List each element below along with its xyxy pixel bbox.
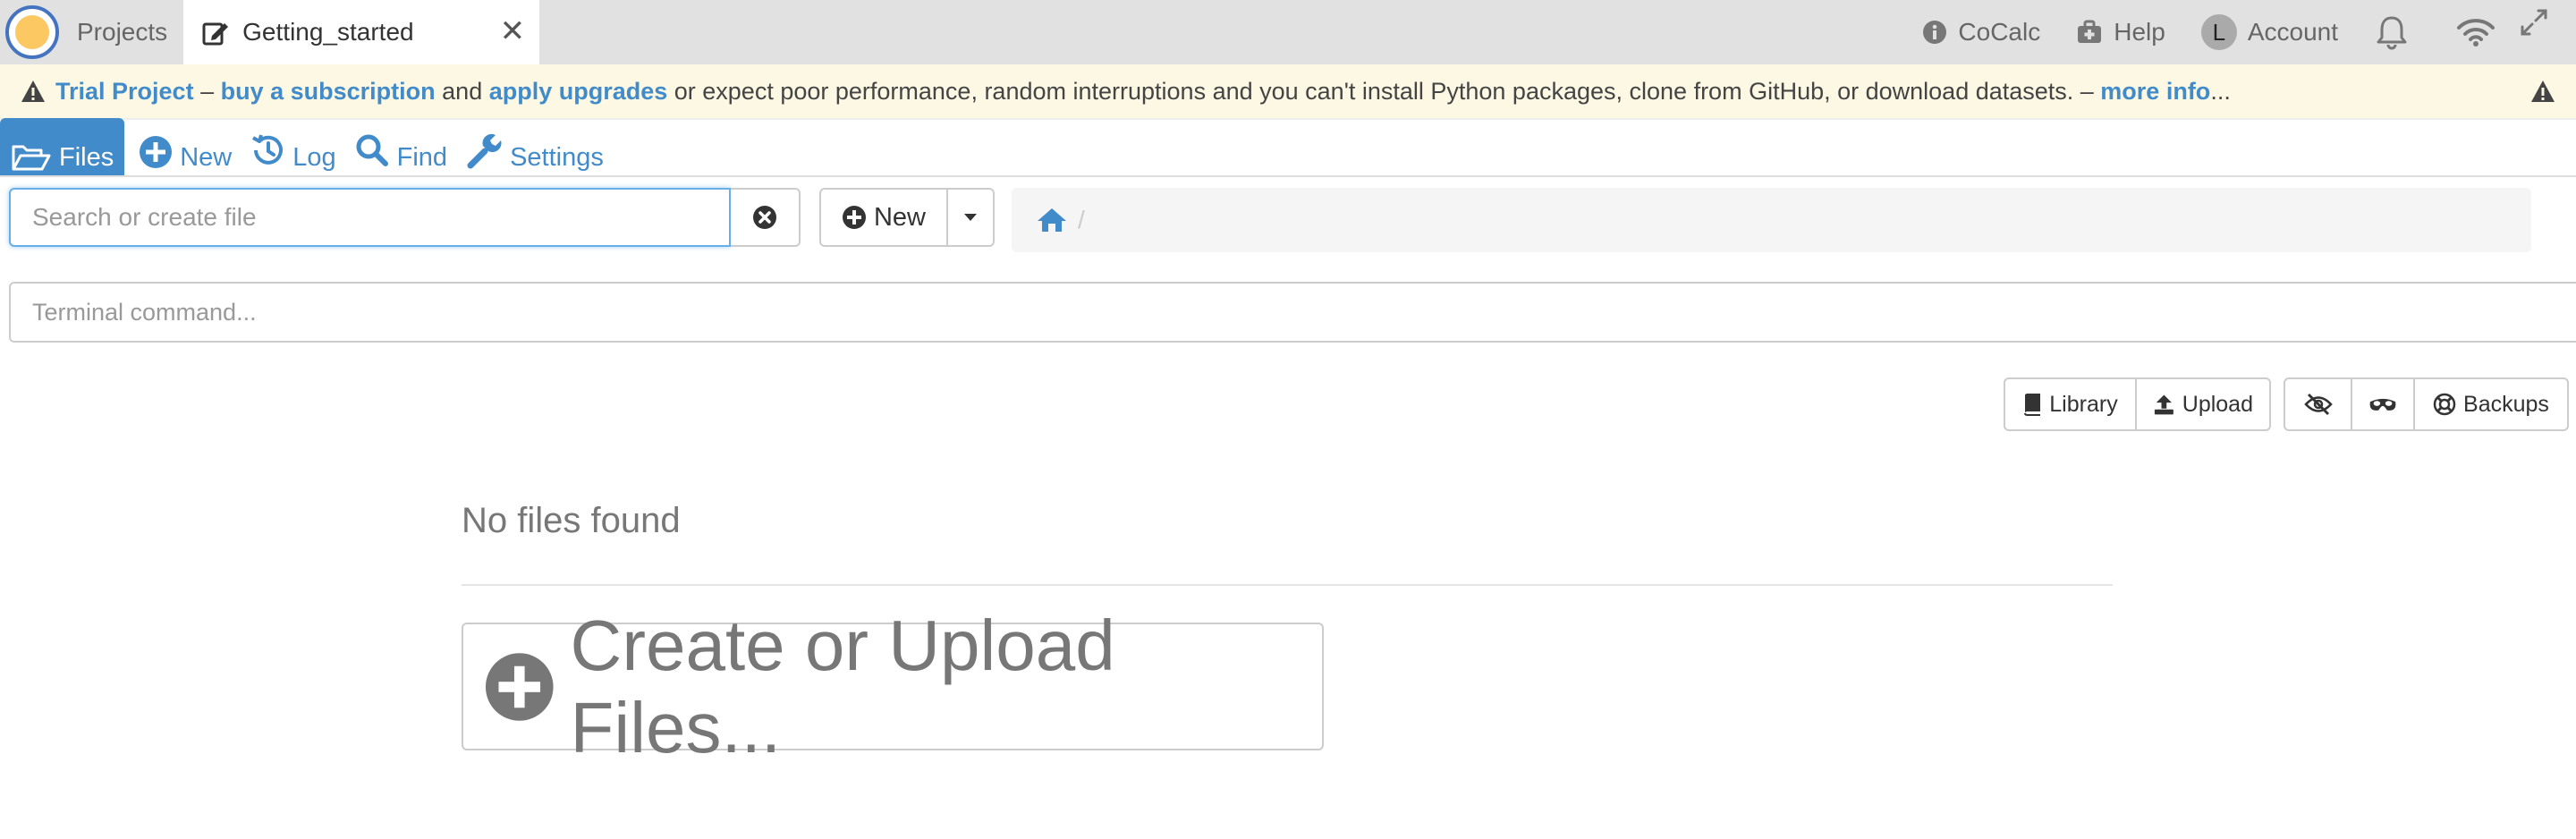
tab-projects-label: Projects [77,18,168,46]
search-input[interactable] [9,188,732,247]
plus-circle-icon [485,652,554,721]
tab-projects[interactable]: Projects [64,0,183,64]
breadcrumb-separator: / [1078,206,1085,233]
medkit-icon [2078,20,2102,43]
trial-banner: Trial Project – buy a subscription and a… [0,64,2576,120]
terminal-command-input[interactable] [9,282,2576,343]
edit-icon [202,22,229,46]
tab-getting-started-label: Getting_started [242,18,414,46]
file-search [9,188,801,247]
cocalc-label: CoCalc [1958,18,2041,46]
banner-and: and [435,77,489,105]
times-circle-icon [753,206,777,229]
library-label: Library [2049,391,2118,417]
book-icon [2024,394,2041,416]
project-nav: Files New Log Find Settings [0,118,2576,177]
wrench-icon [467,133,502,169]
tab-files-label: Files [59,142,114,172]
banner-dash: – [193,77,221,105]
folder-open-icon [12,145,51,171]
caret-down-icon [964,214,977,221]
life-ring-icon [2433,393,2456,416]
upload-label: Upload [2182,391,2253,417]
new-button[interactable]: New [819,188,948,247]
no-files-message: No files found [462,501,681,540]
backups-label: Backups [2463,391,2549,417]
plus-circle-icon [842,206,866,229]
history-icon [252,134,284,165]
view-options-group: Backups [2284,377,2569,431]
warning-icon [21,81,45,102]
search-icon [356,134,388,166]
tab-files[interactable]: Files [0,118,125,175]
logo-core [15,15,49,49]
warning-icon [2531,81,2555,102]
top-bar: Projects Getting_started ✕ CoCalc Help L… [0,0,2576,64]
breadcrumb: / [1012,188,2531,252]
info-icon [1923,21,1947,44]
more-info-link[interactable]: more info [2100,78,2210,106]
expand-icon [2521,9,2547,36]
toggle-masked-files-button[interactable] [2352,377,2415,431]
create-or-upload-label: Create or Upload Files... [570,605,1115,767]
plus-circle-icon [140,136,173,168]
clear-search-button[interactable] [731,188,801,247]
cocalc-logo[interactable] [0,0,64,64]
cocalc-menu[interactable]: CoCalc [1922,18,2040,47]
tab-getting-started[interactable]: Getting_started ✕ [183,0,540,64]
tab-find[interactable]: Find [345,118,456,175]
tab-settings[interactable]: Settings [456,118,613,175]
avatar: L [2200,14,2237,50]
tab-log[interactable]: Log [241,118,344,175]
apply-upgrades-link[interactable]: apply upgrades [489,78,668,106]
tab-log-label: Log [292,142,336,172]
buy-subscription-link[interactable]: buy a subscription [221,78,436,106]
upload-icon [2154,394,2174,415]
create-or-upload-button[interactable]: Create or Upload Files... [462,606,1324,767]
new-button-label: New [873,202,926,232]
banner-ellipsis: ... [2210,77,2231,105]
divider [462,584,2113,586]
new-dropdown-toggle[interactable] [948,188,995,247]
bell-icon [2377,16,2407,50]
account-menu[interactable]: L Account [2200,14,2338,50]
toggle-hidden-files-button[interactable] [2284,377,2352,431]
tab-settings-label: Settings [510,142,604,172]
tab-new[interactable]: New [130,118,241,175]
banner-text: or expect poor performance, random inter… [667,77,2101,105]
close-tab-icon[interactable]: ✕ [500,16,526,47]
library-button[interactable]: Library [2004,377,2137,431]
fullscreen-button[interactable] [2519,7,2560,38]
mask-icon [2369,398,2396,411]
help-label: Help [2114,18,2165,46]
tab-new-label: New [180,142,233,172]
logo-ring [5,5,59,59]
account-label: Account [2247,18,2338,46]
notifications-button[interactable] [2374,14,2420,50]
trial-project-link[interactable]: Trial Project [55,78,194,106]
help-menu[interactable]: Help [2076,18,2165,47]
top-right-menu: CoCalc Help L Account [1922,0,2576,64]
library-upload-group: Library Upload [2004,377,2271,431]
backups-button[interactable]: Backups [2415,377,2569,431]
tab-find-label: Find [396,142,448,172]
wifi-icon [2457,19,2495,47]
upload-button[interactable]: Upload [2137,377,2271,431]
new-file-dropdown: New [819,188,995,247]
connection-status[interactable] [2456,17,2506,47]
home-icon[interactable] [1037,207,1067,233]
eye-slash-icon [2303,393,2333,416]
